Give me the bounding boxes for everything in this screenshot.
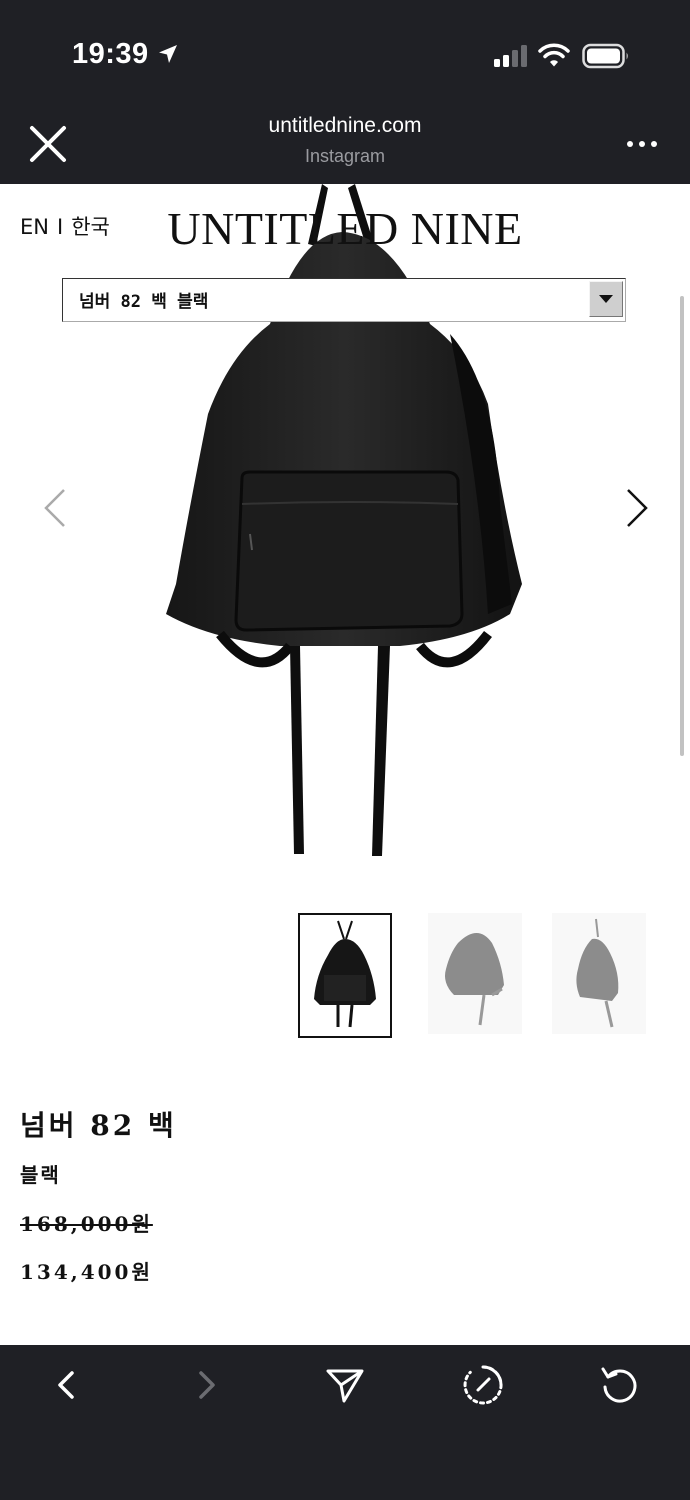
browser-toolbar bbox=[0, 1345, 690, 1500]
lang-separator: I bbox=[56, 215, 64, 239]
browser-header: 19:39 untitlednine.com Instagram bbox=[0, 0, 690, 184]
reload-icon[interactable] bbox=[598, 1363, 642, 1407]
site-url: untitlednine.com bbox=[268, 114, 422, 137]
thumbnail-item[interactable] bbox=[552, 913, 646, 1038]
chevron-right-icon[interactable] bbox=[618, 484, 654, 532]
share-icon[interactable] bbox=[323, 1363, 367, 1407]
sale-price: 134,400원 bbox=[20, 1260, 153, 1284]
thumbnail-item[interactable] bbox=[428, 913, 522, 1038]
battery-icon bbox=[582, 43, 628, 69]
product-name: 넘버 82 백 bbox=[20, 1109, 177, 1142]
thumbnail-item[interactable] bbox=[298, 913, 392, 1038]
back-icon[interactable] bbox=[45, 1363, 89, 1407]
location-arrow-icon bbox=[159, 45, 177, 63]
speed-icon[interactable] bbox=[461, 1363, 505, 1407]
lang-en-link[interactable]: EN bbox=[20, 215, 49, 239]
product-color: 블랙 bbox=[20, 1163, 61, 1187]
more-icon[interactable] bbox=[622, 130, 662, 158]
chevron-left-icon[interactable] bbox=[36, 484, 72, 532]
forward-icon[interactable] bbox=[184, 1363, 228, 1407]
variant-select-value: 넘버 82 백 블랙 bbox=[79, 292, 209, 312]
site-source: Instagram bbox=[304, 146, 386, 166]
dropdown-arrow-icon[interactable] bbox=[589, 281, 623, 317]
cellular-signal-icon bbox=[494, 45, 527, 67]
lang-ko-link[interactable]: 한국 bbox=[71, 215, 110, 239]
wifi-icon bbox=[538, 43, 570, 67]
status-time: 19:39 bbox=[72, 38, 149, 70]
original-price: 168,000원 bbox=[20, 1212, 153, 1236]
web-page: EN I 한국 UNTITLED NINE 넘버 82 백 블랙 넘버 82 백… bbox=[0, 184, 690, 1345]
language-switch: EN I 한국 bbox=[20, 211, 110, 241]
page-scrollbar[interactable] bbox=[680, 296, 684, 756]
variant-select[interactable]: 넘버 82 백 블랙 bbox=[62, 278, 626, 322]
